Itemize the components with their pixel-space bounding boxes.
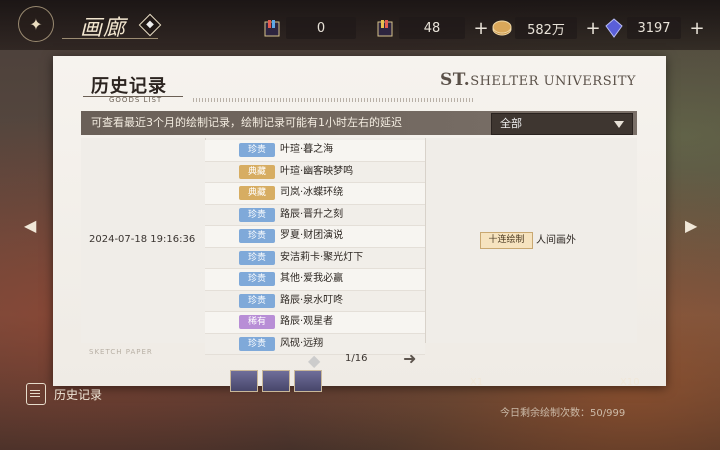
page-indicator: 1/16 bbox=[345, 353, 368, 364]
resource-value: 582万 bbox=[515, 17, 577, 39]
list-item: 典藏 叶瑄·幽客映梦鸣 bbox=[205, 161, 425, 183]
next-page-button[interactable]: ➜ bbox=[403, 349, 416, 368]
add-card-button[interactable]: + bbox=[473, 18, 489, 39]
draw-type-badge: 十连绘制 bbox=[480, 232, 533, 249]
ruler-decoration bbox=[193, 98, 475, 102]
item-name: 路辰·观星者 bbox=[280, 316, 334, 327]
list-item: 珍贵 叶瑄·暮之海 bbox=[205, 140, 425, 162]
filter-dropdown[interactable]: 全部 bbox=[491, 113, 633, 135]
column-divider bbox=[425, 138, 426, 343]
title-underline bbox=[62, 38, 158, 39]
add-gem-button[interactable]: + bbox=[689, 18, 705, 39]
history-button[interactable]: 历史记录 bbox=[26, 383, 102, 405]
rarity-badge: 珍贵 bbox=[239, 336, 275, 351]
item-name: 路辰·晋升之刻 bbox=[280, 208, 344, 220]
resource-coin: 582万 + bbox=[491, 17, 601, 39]
ten-draw-count: X10 bbox=[620, 377, 640, 388]
item-name: 叶瑄·暮之海 bbox=[280, 144, 334, 155]
panel-subtitle: GOODS LIST bbox=[109, 96, 163, 104]
resource-value: 48 bbox=[399, 17, 465, 39]
rarity-badge: 稀有 bbox=[239, 315, 275, 329]
list-item: 珍贵 罗夏·财团演说 bbox=[205, 226, 425, 248]
rarity-badge: 珍贵 bbox=[239, 293, 275, 308]
previous-banner-arrow[interactable]: ◀ bbox=[24, 216, 36, 235]
remaining-draws: 今日剩余绘制次数：50/999 bbox=[500, 408, 626, 419]
gallery-emblem-icon[interactable]: ✦ bbox=[18, 6, 54, 42]
single-draw-count: X1 bbox=[470, 377, 484, 388]
list-item: 珍贵 路辰·晋升之刻 bbox=[205, 204, 425, 226]
rarity-badge: 珍贵 bbox=[239, 229, 275, 243]
list-item: 珍贵 安洁莉卡·聚光灯下 bbox=[205, 247, 425, 269]
paintbrush-card-icon bbox=[377, 20, 393, 37]
list-item: 典藏 司岚·冰蝶环绕 bbox=[205, 183, 425, 205]
resource-gem: 3197 + bbox=[603, 17, 705, 39]
item-name: 路辰·泉水叮咚 bbox=[280, 294, 344, 306]
resource-value: 0 bbox=[286, 17, 356, 39]
next-banner-arrow[interactable]: ▶ bbox=[685, 216, 697, 235]
coin-icon bbox=[492, 20, 512, 36]
rarity-badge: 珍贵 bbox=[239, 250, 275, 265]
list-item: 珍贵 路辰·泉水叮咚 bbox=[205, 290, 425, 312]
rarity-badge: 珍贵 bbox=[239, 143, 275, 157]
resource-value: 3197 bbox=[627, 17, 681, 39]
history-panel: 历史记录 GOODS LIST ST.SHELTER UNIVERSITY 可查… bbox=[53, 56, 666, 386]
filter-bar: 可查看最近3个月的绘制记录，绘制记录可能有1小时左右的延迟 全部 bbox=[81, 111, 637, 135]
pool-name: 人间画外 bbox=[536, 235, 576, 246]
item-name: 叶瑄·幽客映梦鸣 bbox=[280, 165, 354, 177]
list-item: 稀有 路辰·观星者 bbox=[205, 312, 425, 334]
item-name: 罗夏·财团演说 bbox=[280, 230, 344, 241]
list-item: 珍贵 其他·爱我必赢 bbox=[205, 269, 425, 291]
record-date: 2024-07-18 19:16:36 bbox=[89, 234, 196, 245]
chevron-down-icon bbox=[614, 121, 624, 128]
panel-title: 历史记录 bbox=[91, 76, 167, 97]
rarity-badge: 珍贵 bbox=[239, 207, 275, 222]
crystal-icon bbox=[605, 18, 623, 38]
item-name: 安洁莉卡·聚光灯下 bbox=[280, 251, 364, 263]
record-list: 珍贵 叶瑄·暮之海 典藏 叶瑄·幽客映梦鸣 典藏 司岚·冰蝶环绕 珍贵 路辰·晋升之刻 … bbox=[205, 140, 425, 355]
filter-value: 全部 bbox=[500, 117, 522, 130]
resource-card-a: 0 bbox=[262, 17, 356, 39]
card-thumbnails bbox=[230, 370, 350, 392]
paintbrush-card-icon bbox=[264, 20, 280, 37]
history-button-label: 历史记录 bbox=[54, 387, 103, 402]
item-name: 司岚·冰蝶环绕 bbox=[280, 187, 344, 198]
previous-page-button[interactable]: ◆ bbox=[308, 351, 320, 370]
rarity-badge: 典藏 bbox=[239, 164, 275, 179]
filter-note: 可查看最近3个月的绘制记录，绘制记录可能有1小时左右的延迟 bbox=[91, 116, 402, 129]
brand-label: ST.SHELTER UNIVERSITY bbox=[440, 70, 636, 90]
footer-mark: SKETCH PAPER bbox=[89, 348, 153, 356]
rarity-badge: 珍贵 bbox=[239, 272, 275, 286]
resource-card-b: 48 + bbox=[375, 17, 489, 39]
rarity-badge: 典藏 bbox=[239, 186, 275, 200]
item-name: 其他·爱我必赢 bbox=[280, 273, 344, 284]
history-icon bbox=[26, 383, 46, 405]
add-coin-button[interactable]: + bbox=[585, 18, 601, 39]
